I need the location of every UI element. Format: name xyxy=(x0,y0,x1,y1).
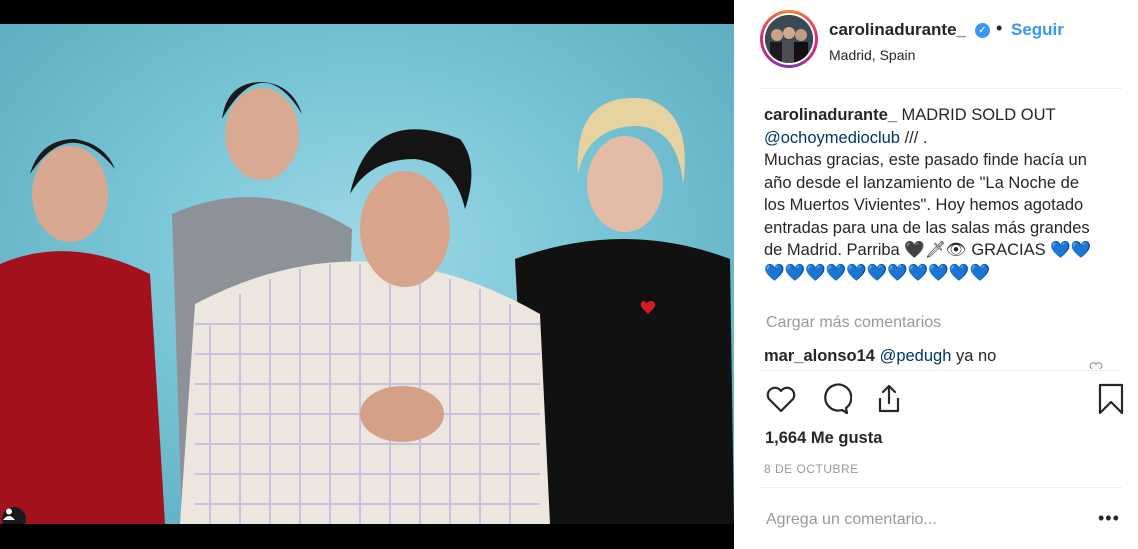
post-location[interactable]: Madrid, Spain xyxy=(829,47,915,63)
caption-body: Muchas gracias, este pasado finde hacía … xyxy=(764,151,1092,282)
caption-username[interactable]: carolinadurante_ xyxy=(764,106,897,124)
avatar-image xyxy=(765,15,813,63)
comment-text: ya no xyxy=(951,347,997,365)
comment-icon xyxy=(824,383,853,415)
post-date[interactable]: 8 DE OCTUBRE xyxy=(764,462,859,476)
comment-box-divider xyxy=(760,487,1122,488)
user-tag-button[interactable] xyxy=(2,507,26,524)
verified-badge-icon: ✓ xyxy=(975,23,990,38)
comment-input[interactable]: Agrega un comentario... xyxy=(766,511,937,529)
comment-mention[interactable]: @pedugh xyxy=(880,347,952,365)
share-icon xyxy=(878,384,900,413)
caption: carolinadurante_ MADRID SOLD OUT @ochoym… xyxy=(764,104,1104,284)
comment-like-icon[interactable] xyxy=(1089,361,1103,369)
post-sidebar: carolinadurante_ ✓ • Seguir Madrid, Spai… xyxy=(734,0,1138,549)
avatar[interactable] xyxy=(760,10,818,68)
caption-mention[interactable]: @ochoymedioclub xyxy=(764,129,900,147)
user-tag-icon xyxy=(3,508,15,520)
post-photo[interactable] xyxy=(0,24,734,524)
actions-divider xyxy=(760,370,1122,371)
like-count[interactable]: 1,664 Me gusta xyxy=(765,429,882,448)
caption-mention-suffix: /// . xyxy=(900,128,928,147)
comment-item: mar_alonso14 @pedugh ya no xyxy=(764,347,996,366)
like-button[interactable] xyxy=(764,382,798,416)
header-divider xyxy=(760,88,1122,89)
post-header: carolinadurante_ ✓ • Seguir Madrid, Spai… xyxy=(734,0,1122,84)
band-photo-illustration xyxy=(0,82,734,524)
comment-button[interactable] xyxy=(818,382,853,416)
save-button[interactable] xyxy=(1094,382,1128,416)
follow-button[interactable]: Seguir xyxy=(1011,20,1064,40)
separator-dot: • xyxy=(996,18,1003,38)
bookmark-icon xyxy=(1098,383,1124,415)
caption-headline: MADRID SOLD OUT xyxy=(896,106,1056,124)
post-media xyxy=(0,0,734,549)
comment-username[interactable]: mar_alonso14 xyxy=(764,347,875,365)
more-options-button[interactable]: ••• xyxy=(1098,508,1120,529)
share-button[interactable] xyxy=(872,382,906,416)
heart-icon xyxy=(766,386,796,413)
post-username[interactable]: carolinadurante_ xyxy=(829,20,966,40)
load-more-comments-button[interactable]: Cargar más comentarios xyxy=(766,314,941,332)
action-bar xyxy=(764,382,1124,418)
